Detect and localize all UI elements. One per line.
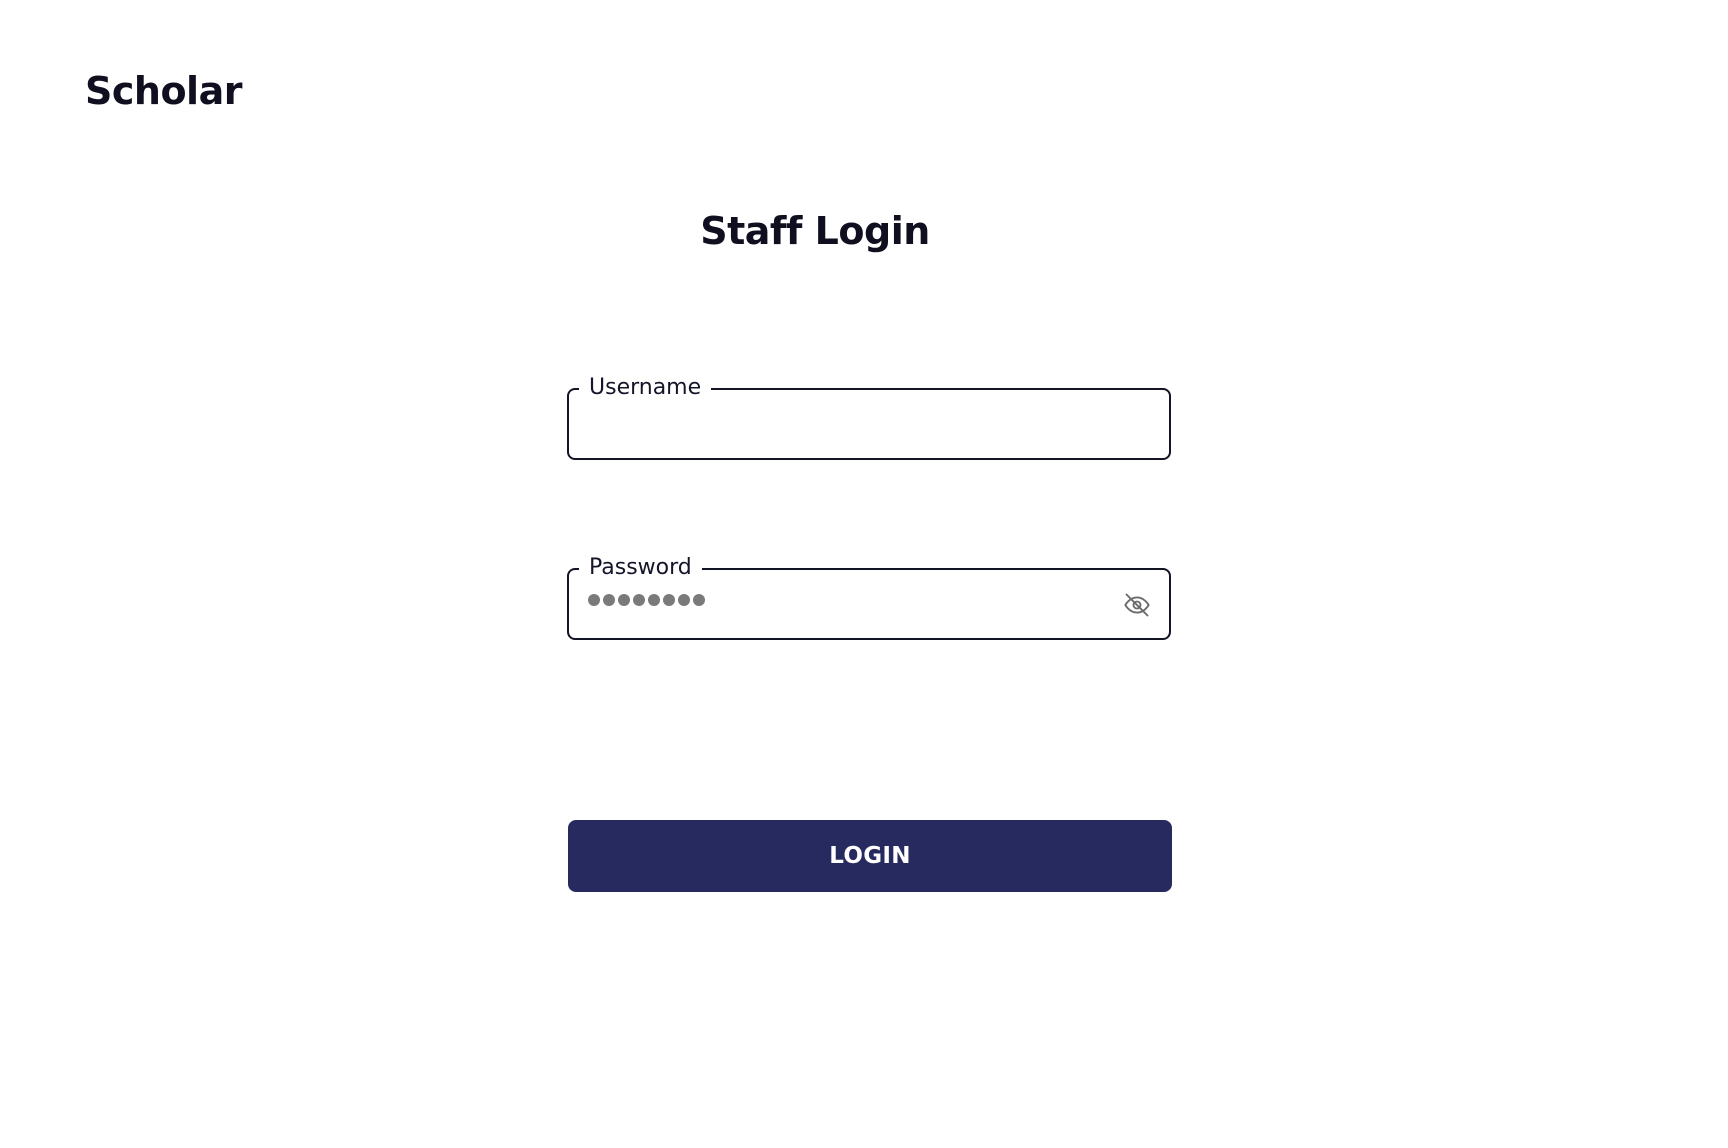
username-label: Username [579,375,712,401]
password-mask-dot [603,594,615,606]
password-masked-value[interactable] [588,594,705,606]
login-page: Scholar Staff Login Username Password LO… [0,0,1728,1148]
password-mask-dot [663,594,675,606]
password-mask-dot [678,594,690,606]
username-input[interactable] [587,402,1107,446]
password-mask-dot [633,594,645,606]
password-mask-dot [618,594,630,606]
eye-off-icon[interactable] [1123,591,1151,619]
username-field[interactable]: Username [567,375,1171,460]
page-title: Staff Login [700,209,930,253]
password-mask-dot [648,594,660,606]
password-mask-dot [588,594,600,606]
login-button[interactable]: LOGIN [568,820,1172,892]
password-mask-dot [693,594,705,606]
password-field[interactable]: Password [567,555,1171,640]
password-label: Password [579,555,702,581]
brand-logo: Scholar [85,69,242,113]
